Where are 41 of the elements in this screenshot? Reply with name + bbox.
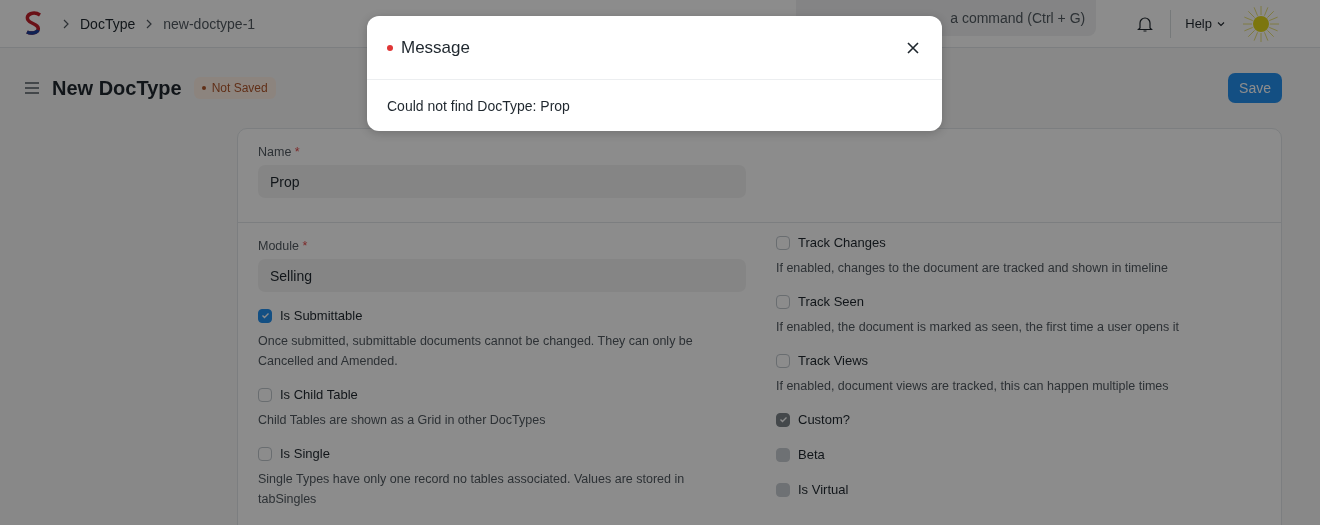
menu-icon[interactable] xyxy=(24,81,40,95)
checkbox-label: Custom? xyxy=(798,412,851,427)
checkbox[interactable] xyxy=(776,294,790,309)
field-description: Child Tables are shown as a Grid in other DocTypes xyxy=(258,412,547,429)
check-icon xyxy=(260,311,270,320)
status-dot xyxy=(387,44,393,51)
save-button[interactable]: Save xyxy=(1228,73,1282,103)
checkbox-label: Is Child Table xyxy=(280,387,358,402)
dialog-title: Message xyxy=(401,37,470,58)
dialog-message: Could not find DocType: Prop xyxy=(386,97,571,116)
status-badge: Not Saved xyxy=(193,77,276,99)
checkbox[interactable] xyxy=(258,387,272,402)
checkbox-label: Beta xyxy=(798,447,825,462)
field-label: Name xyxy=(258,145,292,159)
checkbox-label: Is Submittable xyxy=(280,308,363,323)
field-description: Single Types have only one record no tables associated. Values are stored in tabSingles xyxy=(258,471,686,508)
bell-icon[interactable] xyxy=(1136,14,1155,33)
required-mark: * xyxy=(294,145,300,159)
help-menu[interactable]: Help xyxy=(1185,16,1226,31)
field-description: Once submitted, submittable documents cannot be changed. They can only be Cancelled and Amended. xyxy=(258,333,694,370)
breadcrumb-link[interactable]: DocType xyxy=(80,15,136,32)
checkbox-label: Track Seen xyxy=(798,294,864,309)
input-field[interactable]: Prop xyxy=(258,165,746,198)
checkbox-label: Is Virtual xyxy=(798,482,849,497)
checkbox[interactable] xyxy=(258,446,272,461)
field-description: If enabled, the document is marked as seen, the first time a user opens it xyxy=(776,319,1180,336)
checkbox-label: Track Views xyxy=(798,353,869,368)
checkbox[interactable] xyxy=(776,235,790,250)
field-description: If enabled, changes to the document are tracked and shown in timeline xyxy=(776,260,1169,277)
checkbox-label: Track Changes xyxy=(798,235,886,250)
field-description: If enabled, document views are tracked, this can happen multiple times xyxy=(776,378,1170,395)
page-title: New DocType xyxy=(52,76,182,100)
required-mark: * xyxy=(302,239,308,253)
check-icon xyxy=(778,415,788,424)
breadcrumb-link[interactable]: new-doctype-1 xyxy=(163,15,256,32)
checkbox[interactable] xyxy=(776,353,790,368)
input-field[interactable]: Selling xyxy=(258,259,746,292)
field-label: Module xyxy=(258,239,299,253)
sun-icon[interactable] xyxy=(1242,4,1280,43)
checkbox[interactable] xyxy=(258,308,272,323)
checkbox-label: Is Single xyxy=(280,446,330,461)
